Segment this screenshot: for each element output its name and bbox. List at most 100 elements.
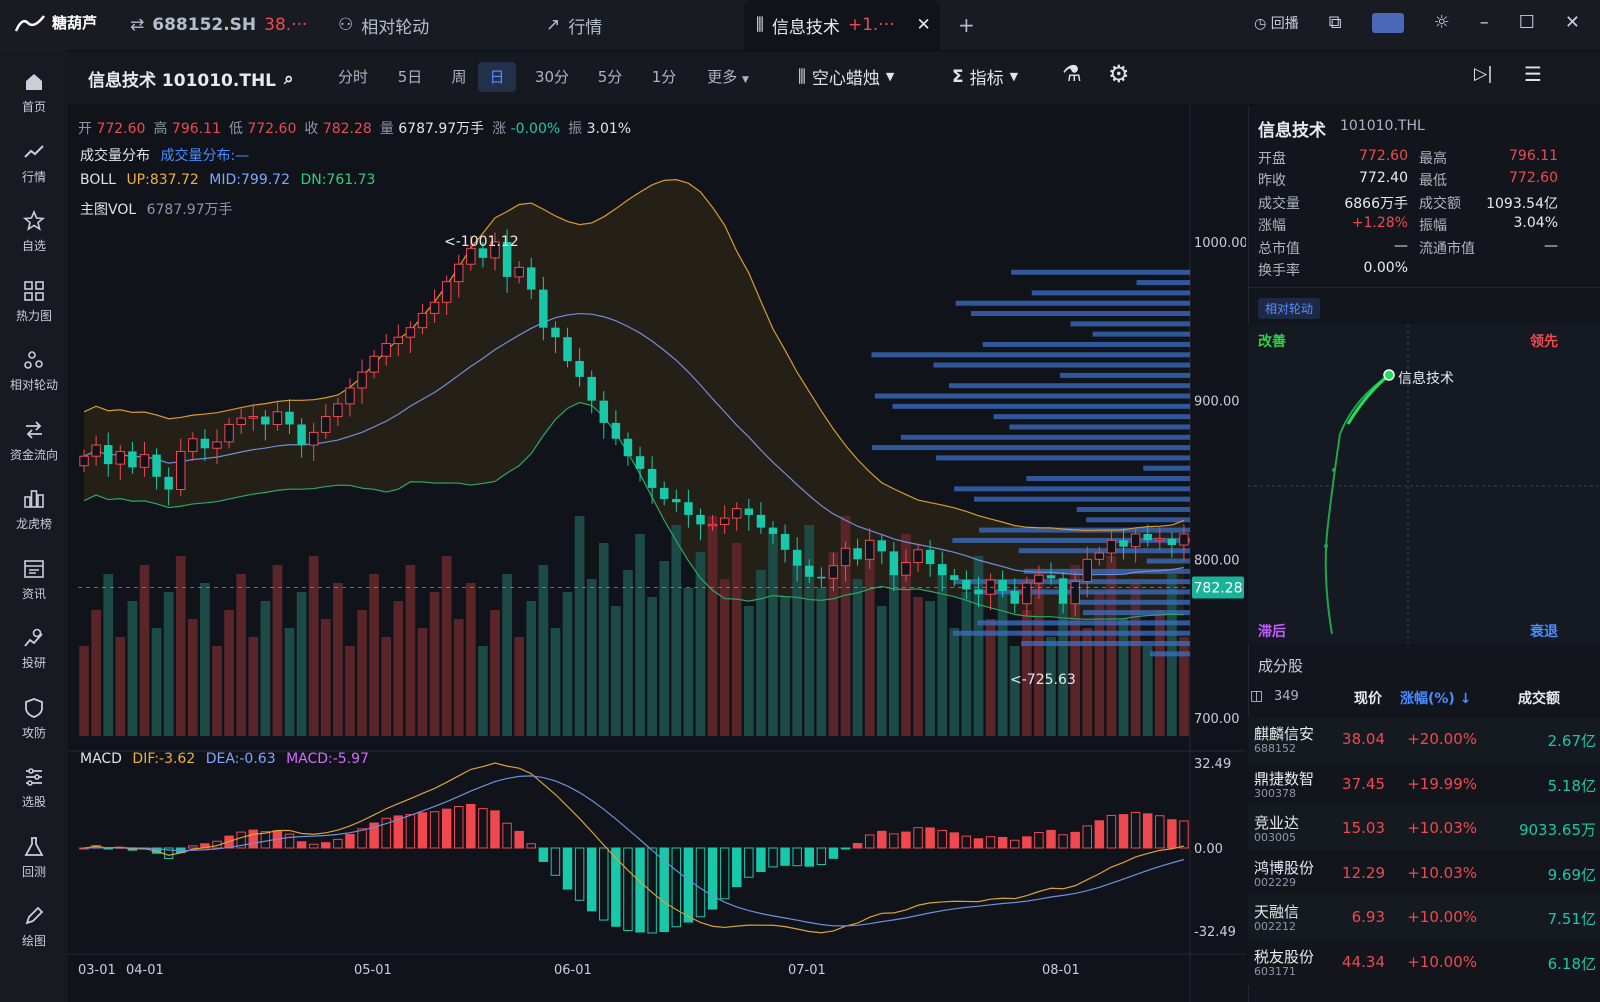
volume-bar [115,637,126,736]
volume-bar [586,579,597,736]
table-row[interactable]: 鼎捷数智 300378 37.45 +19.99% 5.18亿 [1248,761,1600,807]
sidebar-item[interactable]: 热力图 [0,279,68,324]
close-icon[interactable]: ✕ [917,15,931,35]
table-count: 349 [1274,689,1299,704]
rotation-icon: ⚇ [338,15,354,35]
candle-body [611,422,621,439]
candle-body [91,444,101,457]
x-axis-label: 06-01 [554,963,592,978]
close-window-icon[interactable]: ✕ [1565,12,1580,33]
rotation-badge[interactable]: 相对轮动 [1258,298,1321,319]
close-value: 782.28 [322,121,372,137]
macd-histogram-bar [889,833,899,849]
volume-bar [538,565,549,736]
candle-body [272,411,283,425]
candlestick-chart[interactable]: 782.28 <-1001.12 <-725.63 1000.00 900.00 800.… [68,106,1246,1002]
indicator-dropdown[interactable]: Σ 指标 ▼ [952,64,1018,90]
minimize-icon[interactable]: – [1480,12,1489,33]
vol-value: 6787.97万手 [398,121,485,137]
candle-body [877,540,887,552]
sidebar-item[interactable]: 相对轮动 [0,348,68,393]
volume-bar [526,601,537,736]
sidebar-item[interactable]: 回测 [0,835,68,880]
col-amount[interactable]: 成交额 [1518,688,1560,708]
sidebar-item[interactable]: 首页 [0,70,68,115]
sidebar-item[interactable]: 资金流向 [0,418,68,463]
macd-histogram-bar [852,843,863,849]
sidebar-item[interactable]: 绘图 [0,904,68,949]
period-tab[interactable]: 1分 [650,62,678,92]
period-tab[interactable]: 更多 ▼ [702,62,754,92]
search-icon[interactable]: ⌕ [284,69,294,89]
sidebar-item[interactable]: 资讯 [0,557,68,602]
sidebar-item[interactable]: 龙虎榜 [0,487,68,532]
table-row[interactable]: 麒麟信安 688152 38.04 +20.00% 2.67亿 [1248,717,1600,762]
sidebar-item-label: 行情 [21,169,46,184]
macd-histogram-bar [478,808,488,849]
period-tab[interactable]: 5分 [596,62,624,92]
macd-histogram-bar [357,828,367,849]
candle-body [707,523,718,527]
tab-stock[interactable]: ⇄ 688152.SH 38.··· [130,0,307,50]
candle-body [962,579,971,590]
table-row[interactable]: 天融信 002212 6.93 +10.00% 7.51亿 [1248,895,1600,941]
sidebar-item[interactable]: 自选 [0,209,68,254]
replay-button[interactable]: ◷ 回播 [1254,13,1299,33]
volume-profile-bar [1136,280,1190,286]
candle-body [780,533,790,550]
volume-bar [127,601,138,736]
stock-name: 竞业达 [1254,814,1300,833]
volume-bar [731,543,742,736]
macd-legend: MACD DIF:-3.62 DEA:-0.63 MACD:-5.97 [80,751,369,767]
candle-body [285,411,294,425]
table-row[interactable]: 税友股份 603171 44.34 +10.00% 6.18亿 [1248,940,1600,985]
table-row[interactable]: 鸿博股份 002229 12.29 +10.03% 9.69亿 [1248,850,1600,896]
sidebar-item[interactable]: 投研 [0,626,68,671]
candle-body [974,589,983,595]
play-end-icon[interactable]: ▷| [1474,64,1493,84]
period-tab[interactable]: 周 [444,62,474,92]
popout-icon[interactable]: ⧉ [1329,12,1342,33]
theme-swatch[interactable] [1371,12,1404,33]
period-tab[interactable]: 日 [478,62,516,92]
boll-label: BOLL [80,172,116,188]
col-price[interactable]: 现价 [1354,688,1382,708]
table-icon[interactable]: ◫ [1250,688,1263,704]
period-tab[interactable]: 分时 [330,62,376,92]
sidebar-item[interactable]: 攻防 [0,696,68,741]
col-change[interactable]: 涨幅(%) ↓ [1400,688,1471,708]
tab-label: 行情 [568,17,603,38]
candle-body [1179,533,1189,546]
settings-gear-icon[interactable]: ⚙ [1108,60,1130,88]
sidebar-item[interactable]: 选股 [0,765,68,810]
flask-icon[interactable]: ⚗ [1062,62,1082,87]
macd-histogram-bar [864,834,875,849]
candle-body [889,551,899,576]
candle-style-dropdown[interactable]: ⫼ 空心蜡烛 ▼ [798,64,894,90]
tab-extra: 38.··· [264,15,308,35]
sidebar-item[interactable]: 行情 [0,140,68,185]
candle-body [164,476,173,490]
sidebar-item-label: 资金流向 [9,447,58,462]
macd-histogram-bar [308,843,319,849]
app-name: 糖葫芦 [52,14,98,32]
tab-sector[interactable]: ⫼ 信息技术 +1.··· ✕ [744,0,940,50]
constituents-title: 成分股 [1258,657,1304,675]
macd-histogram-bar [333,838,343,849]
candle-body [672,499,681,503]
table-row[interactable]: 竞业达 003005 15.03 +10.03% 9033.65万 [1248,806,1600,852]
macd-histogram-bar [949,832,960,849]
volume-bar [103,574,114,736]
tab-market[interactable]: ↗ 行情 [546,0,602,50]
tab-rotation[interactable]: ⚇ 相对轮动 [338,0,429,50]
period-tab[interactable]: 30分 [532,62,572,92]
period-tab[interactable]: 5日 [390,62,430,92]
volume-bar [1142,646,1153,736]
quote-value: +1.28% [1351,215,1408,232]
candle-body [913,549,923,564]
edit-list-icon[interactable]: ☰ [1524,62,1542,86]
high-value: 796.11 [171,121,221,137]
sun-icon[interactable]: ☼ [1434,12,1450,33]
new-tab-button[interactable]: + [958,0,975,50]
maximize-icon[interactable]: ☐ [1519,12,1535,33]
